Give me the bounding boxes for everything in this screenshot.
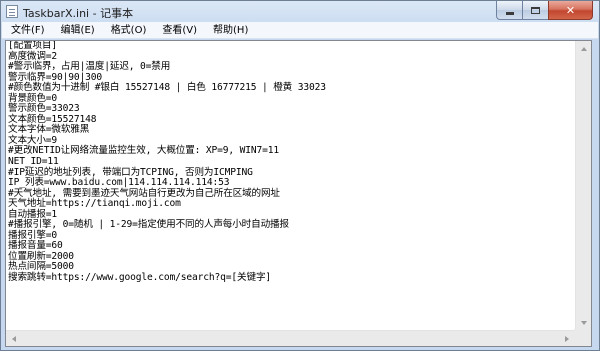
arrow-up-icon [581,47,587,51]
text-line: 天气地址=https://tianqi.moji.com [8,198,181,210]
text-content[interactable]: [配置项目] 高度微调=2 #警示临界，占用|温度|延迟, 0=禁用 警示临界=… [6,41,576,334]
scroll-left-button[interactable] [6,331,22,347]
menu-view[interactable]: 查看(V) [154,22,205,39]
scroll-right-button[interactable] [559,331,575,347]
text-line: 位置刷新=2000 [8,250,74,262]
vertical-scrollbar[interactable] [575,41,591,331]
text-line: [配置项目] [8,41,58,51]
arrow-left-icon [12,336,16,342]
close-icon: ✕ [565,3,576,17]
text-line: 播报音量=60 [8,240,63,252]
menu-file[interactable]: 文件(F) [2,22,53,39]
menu-format[interactable]: 格式(O) [103,22,155,39]
text-editor[interactable]: [配置项目] 高度微调=2 #警示临界，占用|温度|延迟, 0=禁用 警示临界=… [5,40,592,347]
minimize-button[interactable] [496,1,522,20]
text-line: 搜索跳转=https://www.google.com/search?q=[关键… [8,272,272,284]
scroll-up-button[interactable] [576,41,592,57]
maximize-button[interactable] [522,1,548,20]
close-button[interactable]: ✕ [548,1,593,20]
text-line: 播报引擎=0 [8,229,58,241]
minimize-icon [505,11,514,15]
window-title: TaskbarX.ini - 记事本 [23,7,134,20]
maximize-icon [531,6,540,14]
arrow-down-icon [581,321,587,325]
menu-help[interactable]: 帮助(H) [205,22,256,39]
horizontal-scrollbar[interactable] [6,330,575,346]
size-grip[interactable] [574,329,591,346]
notepad-app-icon[interactable] [6,5,18,18]
menu-bar: 文件(F) 编辑(E) 格式(O) 查看(V) 帮助(H) [2,22,598,39]
menu-edit[interactable]: 编辑(E) [53,22,103,39]
text-line: NET_ID=11 [8,156,59,168]
text-line: #更改NETID让网络流量监控生效, 大概位置: XP=9, WIN7=11 [8,145,280,157]
arrow-right-icon [565,336,569,342]
text-line: #颜色数值为十进制 #银白 15527148 | 白色 16777215 | 橙… [8,82,326,94]
text-line: 文本字体=微软雅黑 [8,124,90,136]
title-bar[interactable]: TaskbarX.ini - 记事本 ✕ [1,1,599,22]
caption-buttons: ✕ [496,1,593,20]
text-line: #播报引擎, 0=随机 | 1-29=指定使用不同的人声每小时自动播报 [8,219,289,231]
text-line: 背景颜色=0 [8,92,58,104]
text-line: 文本颜色=15527148 [8,113,97,125]
notepad-window: TaskbarX.ini - 记事本 ✕ 文件(F) 编辑(E) 格式(O) 查… [0,0,600,351]
